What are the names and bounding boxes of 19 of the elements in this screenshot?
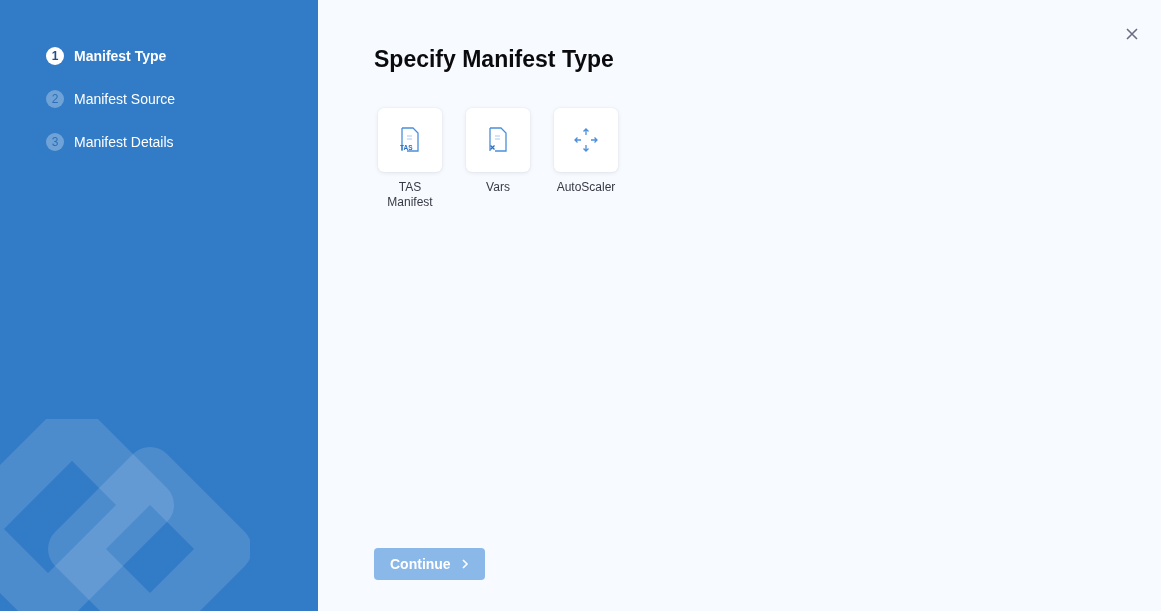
wizard-step[interactable]: 2 Manifest Source	[46, 88, 318, 109]
file-icon	[487, 127, 509, 153]
close-icon[interactable]	[1126, 28, 1138, 40]
step-number: 1	[46, 46, 64, 65]
step-label: Manifest Details	[74, 133, 174, 150]
manifest-type-label: AutoScaler	[556, 180, 616, 195]
step-number: 3	[46, 132, 64, 151]
step-label: Manifest Type	[74, 47, 167, 64]
wizard-step[interactable]: 1 Manifest Type	[46, 45, 318, 66]
step-number: 2	[46, 89, 64, 108]
arrows-icon	[574, 128, 598, 152]
manifest-type-card[interactable]	[466, 108, 530, 172]
manifest-type-label: Vars	[486, 180, 510, 195]
wizard-step[interactable]: 3 Manifest Details	[46, 131, 318, 152]
manifest-type-card[interactable]	[554, 108, 618, 172]
manifest-type-label: TAS Manifest	[386, 180, 434, 210]
chevron-right-icon	[460, 559, 469, 569]
page-title: Specify Manifest Type	[374, 46, 615, 73]
step-label: Manifest Source	[74, 90, 176, 107]
